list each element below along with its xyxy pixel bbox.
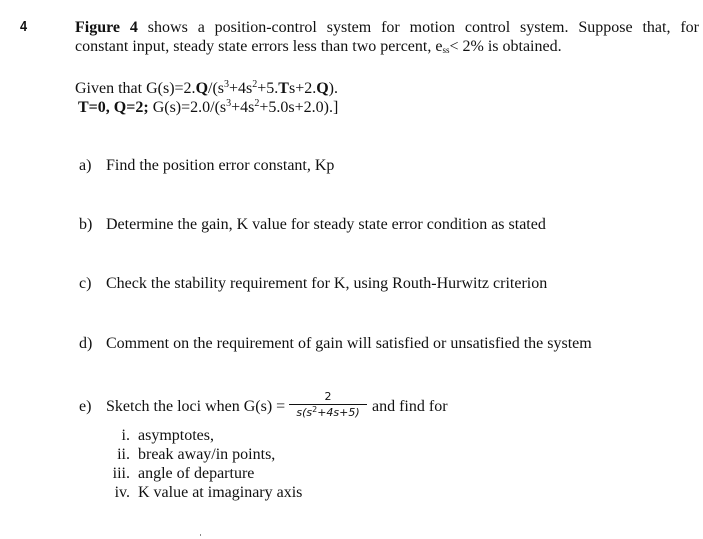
part-c: c) Check the stability requirement for K,… (79, 274, 547, 293)
given-text: +5.0s+2.0).] (259, 99, 339, 116)
den-text: s(s (296, 406, 313, 419)
given-text: G(s)=2.0/(s (148, 99, 227, 116)
given-text: +4s (231, 99, 255, 116)
figure-reference: Figure 4 (75, 19, 138, 36)
sub-item-text: angle of departure (138, 465, 255, 482)
part-text: Comment on the requirement of gain will … (106, 335, 592, 352)
sub-item-i: i. asymptotes, (95, 426, 214, 445)
sub-item-ii: ii. break away/in points, (95, 445, 275, 464)
param-t: T (278, 80, 289, 97)
fraction-numerator: 2 (324, 390, 332, 403)
part-d: d) Comment on the requirement of gain wil… (79, 334, 592, 353)
intro-line-1: Figure 4 shows a position-control system… (75, 18, 699, 37)
question-number: 4 (20, 18, 28, 35)
part-a: a) Find the position error constant, Kp (79, 156, 334, 175)
roman-numeral: iii. (112, 465, 130, 482)
given-text: /(s (208, 80, 225, 97)
given-text: Given that G(s)=2. (75, 80, 196, 97)
roman-numeral: iv. (114, 484, 130, 501)
stray-mark (200, 534, 201, 536)
given-line-2: T=0, Q=2; G(s)=2.0/(s3+4s2+5.0s+2.0).] (78, 98, 338, 117)
fraction-denominator: s(s2+4s+5) (289, 406, 367, 420)
sub-item-text: asymptotes, (138, 427, 214, 444)
param-values: T=0, Q=2; (78, 99, 149, 116)
part-text: Check the stability requirement for K, u… (106, 275, 548, 292)
sub-item-iii: iii. angle of departure (95, 464, 255, 483)
param-q: Q (316, 80, 329, 97)
den-text: +4s+5) (317, 406, 360, 419)
roman-numeral: ii. (117, 446, 130, 463)
part-label: c) (79, 275, 92, 292)
intro-text-2b: < 2% is obtained. (449, 38, 562, 55)
sub-item-text: break away/in points, (138, 446, 276, 463)
part-text: Sketch the loci when G(s) = (106, 398, 286, 415)
part-label: d) (79, 335, 93, 352)
intro-text-2a: constant input, steady state errors less… (75, 38, 443, 55)
given-text: +4s (229, 80, 253, 97)
roman-numeral: i. (121, 427, 130, 444)
given-text: s+2. (288, 80, 317, 97)
part-e: e) Sketch the loci when G(s) = (79, 397, 285, 416)
param-q: Q (195, 80, 209, 97)
part-label: b) (79, 216, 93, 233)
intro-line-2: constant input, steady state errors less… (75, 37, 562, 56)
given-text: +5. (257, 80, 279, 97)
sub-item-text: K value at imaginary axis (138, 484, 303, 501)
part-label: e) (79, 398, 92, 415)
part-e-tail: and find for (372, 398, 448, 415)
intro-text-1: shows a position-control system for moti… (137, 19, 700, 36)
fraction-bar (289, 404, 367, 405)
part-text: Find the position error constant, Kp (106, 157, 335, 174)
transfer-function-fraction: 2 s(s2+4s+5) (289, 390, 367, 419)
given-text: ). (328, 80, 338, 97)
sub-item-iv: iv. K value at imaginary axis (95, 483, 303, 502)
given-line-1: Given that G(s)=2.Q/(s3+4s2+5.Ts+2.Q). (75, 79, 338, 98)
part-label: a) (79, 157, 92, 174)
part-text: Determine the gain, K value for steady s… (106, 216, 546, 233)
part-b: b) Determine the gain, K value for steady… (79, 215, 546, 234)
